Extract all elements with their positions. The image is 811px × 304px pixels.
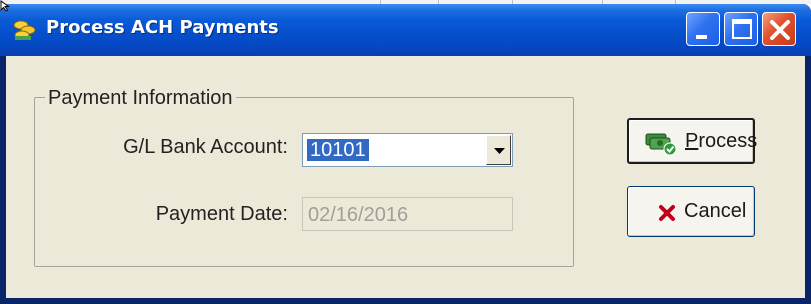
title-bar[interactable]: Process ACH Payments [0,4,811,56]
group-legend: Payment Information [45,87,236,110]
dropdown-arrow-button[interactable] [486,135,511,165]
close-button[interactable] [762,12,796,46]
payment-date-value: 02/16/2016 [308,204,409,226]
dialog-window: Process ACH Payments Payment Information… [0,4,811,304]
minimize-button[interactable] [686,12,720,46]
maximize-icon [732,19,752,39]
payment-date-field[interactable]: 02/16/2016 [302,197,513,231]
process-button[interactable]: Process [627,118,758,164]
cancel-button[interactable]: Cancel [627,186,755,237]
coins-app-icon [13,20,36,40]
maximize-button[interactable] [724,12,758,46]
money-process-icon [645,133,677,156]
window-title: Process ACH Payments [46,17,279,38]
payment-info-group [34,97,574,267]
minimize-icon [696,35,707,39]
process-button-label: Process [685,130,758,152]
gl-bank-account-dropdown[interactable]: 10101 [302,133,513,167]
gl-bank-account-label: G/L Bank Account: [123,136,288,158]
cancel-button-label: Cancel [684,200,747,222]
cancel-x-icon [659,205,675,221]
gl-bank-account-value: 10101 [307,139,369,161]
close-icon [770,20,790,40]
mouse-cursor-icon [0,0,10,12]
dialog-body: Payment Information G/L Bank Account: 10… [6,56,805,298]
payment-date-label: Payment Date: [155,203,288,225]
chevron-down-icon [494,148,505,154]
